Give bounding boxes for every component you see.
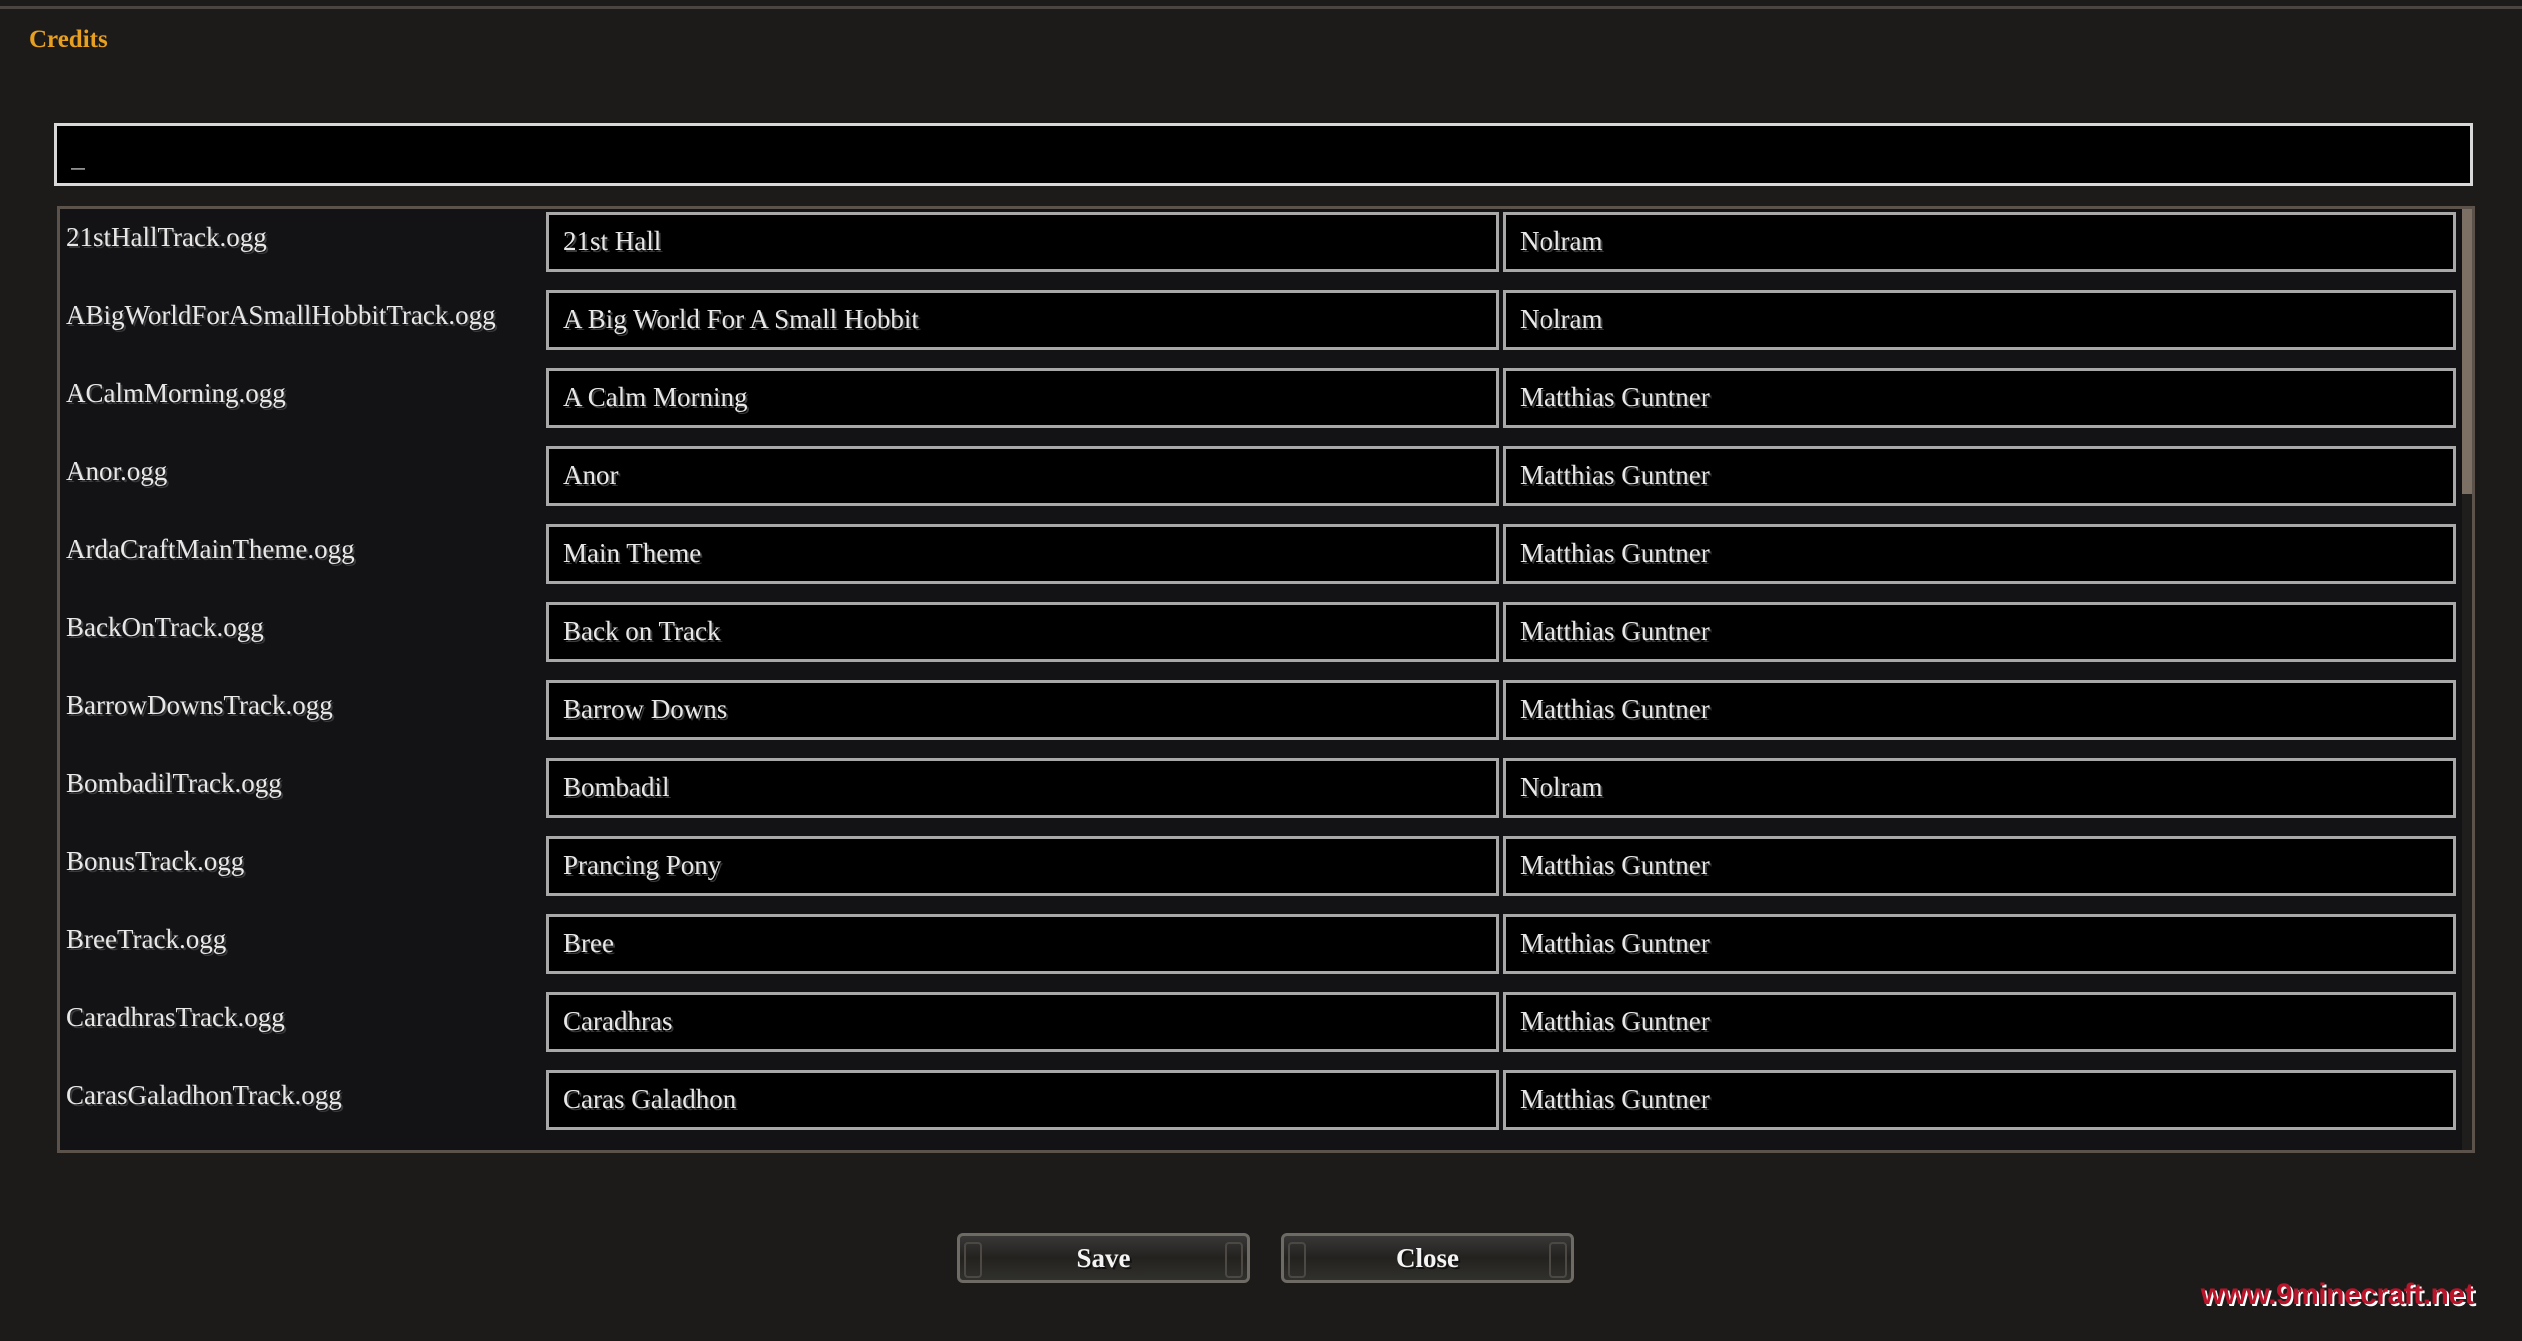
list-item: CaradhrasTrack.ogg Caradhras Matthias Gunt…	[60, 989, 2460, 1067]
track-filename: BackOnTrack.ogg	[66, 612, 264, 642]
track-author-field[interactable]: Matthias Guntner	[1503, 446, 2456, 506]
track-title-field[interactable]: A Big World For A Small Hobbit	[546, 290, 1499, 350]
track-title-field[interactable]: 21st Hall	[546, 212, 1499, 272]
track-title-field[interactable]: Prancing Pony	[546, 836, 1499, 896]
track-filename: 21stHallTrack.ogg	[66, 222, 267, 252]
track-title-field[interactable]: A Calm Morning	[546, 368, 1499, 428]
track-author-field[interactable]: Matthias Guntner	[1503, 368, 2456, 428]
track-filename: ABigWorldForASmallHobbitTrack.ogg	[66, 300, 496, 330]
list-item: 21stHallTrack.ogg 21st Hall Nolram	[60, 209, 2460, 287]
scrollbar-thumb[interactable]	[2462, 209, 2472, 494]
track-filename: BonusTrack.ogg	[66, 846, 245, 876]
watermark: www.9minecraft.net	[2200, 1278, 2475, 1311]
track-title-field[interactable]: Anor	[546, 446, 1499, 506]
track-filename: CaradhrasTrack.ogg	[66, 1002, 285, 1032]
track-filename: BombadilTrack.ogg	[66, 768, 282, 798]
list-item: Anor.ogg Anor Matthias Guntner	[60, 443, 2460, 521]
list-item: BreeTrack.ogg Bree Matthias Guntner	[60, 911, 2460, 989]
track-author-field[interactable]: Matthias Guntner	[1503, 992, 2456, 1052]
track-title-field[interactable]: Barrow Downs	[546, 680, 1499, 740]
track-title-field[interactable]: Back on Track	[546, 602, 1499, 662]
window-title: Credits	[29, 26, 108, 53]
save-button[interactable]: Save	[957, 1233, 1250, 1283]
track-filename: Anor.ogg	[66, 456, 168, 486]
list-item: BombadilTrack.ogg Bombadil Nolram	[60, 755, 2460, 833]
track-author-field[interactable]: Matthias Guntner	[1503, 836, 2456, 896]
list-item: BonusTrack.ogg Prancing Pony Matthias Gunt…	[60, 833, 2460, 911]
track-title-field[interactable]: Main Theme	[546, 524, 1499, 584]
credits-list[interactable]: 21stHallTrack.ogg 21st Hall Nolram ABigWorl…	[57, 206, 2475, 1153]
track-author-field[interactable]: Matthias Guntner	[1503, 602, 2456, 662]
list-item: ACalmMorning.ogg A Calm Morning Matthias G…	[60, 365, 2460, 443]
list-item: BackOnTrack.ogg Back on Track Matthias Gun…	[60, 599, 2460, 677]
close-button[interactable]: Close	[1281, 1233, 1574, 1283]
track-author-field[interactable]: Matthias Guntner	[1503, 914, 2456, 974]
track-author-field[interactable]: Nolram	[1503, 758, 2456, 818]
track-filename: CarasGaladhonTrack.ogg	[66, 1080, 342, 1110]
list-item: ArdaCraftMainTheme.ogg Main Theme Matthias…	[60, 521, 2460, 599]
track-author-field[interactable]: Matthias Guntner	[1503, 524, 2456, 584]
track-filename: ArdaCraftMainTheme.ogg	[66, 534, 355, 564]
track-title-field[interactable]: Caradhras	[546, 992, 1499, 1052]
track-author-field[interactable]: Nolram	[1503, 290, 2456, 350]
scrollbar[interactable]	[2462, 209, 2472, 1150]
track-filename: BarrowDownsTrack.ogg	[66, 690, 333, 720]
track-title-field[interactable]: Caras Galadhon	[546, 1070, 1499, 1130]
track-author-field[interactable]: Nolram	[1503, 212, 2456, 272]
track-filename: BreeTrack.ogg	[66, 924, 227, 954]
track-title-field[interactable]: Bombadil	[546, 758, 1499, 818]
list-item: ABigWorldForASmallHobbitTrack.ogg A Big W…	[60, 287, 2460, 365]
top-divider	[0, 6, 2522, 9]
track-author-field[interactable]: Matthias Guntner	[1503, 1070, 2456, 1130]
list-item: CarasGaladhonTrack.ogg Caras Galadhon Matt…	[60, 1067, 2460, 1145]
track-title-field[interactable]: Bree	[546, 914, 1499, 974]
list-item: BarrowDownsTrack.ogg Barrow Downs Matthias…	[60, 677, 2460, 755]
track-author-field[interactable]: Matthias Guntner	[1503, 680, 2456, 740]
search-input[interactable]: _	[54, 123, 2473, 186]
track-filename: ACalmMorning.ogg	[66, 378, 286, 408]
